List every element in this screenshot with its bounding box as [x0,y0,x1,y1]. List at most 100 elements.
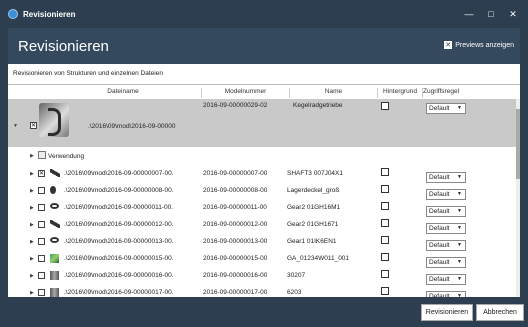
column-header-modelnummer[interactable]: Modelnummer [203,88,288,98]
hintergrund-checkbox[interactable] [381,270,389,278]
zugriffsregel-select[interactable]: Default ▼ [426,223,466,234]
revisionieren-button[interactable]: Revisionieren [421,304,473,321]
row-modelnummer: 2016-09-00000016-00 [203,272,268,279]
row-checkbox[interactable] [38,238,45,245]
column-header-name[interactable]: Name [291,88,376,98]
zugriffsregel-value: Default [429,174,450,181]
row-checkbox[interactable]: ✕ [30,122,37,129]
table-row[interactable]: ▶ .\2016\09\mod\2016-09-00000008-00. 2016-… [8,185,516,202]
chevron-down-icon: ▼ [457,208,462,214]
row-name: Gear2 01GH16M1 [287,204,341,211]
verwendung-label: Verwendung [48,153,85,160]
zugriffsregel-select[interactable]: Default ▼ [426,291,466,297]
close-button[interactable]: ✕ [502,9,524,20]
zugriffsregel-select[interactable]: Default ▼ [426,240,466,251]
divider [8,84,520,85]
zugriffsregel-select[interactable]: Default ▼ [426,274,466,285]
row-modelnummer: 2016-09-00000008-00 [203,187,268,194]
hintergrund-checkbox[interactable] [381,168,389,176]
selected-row[interactable]: ▼ ✕ .\2016\09\mod\2016-09-00000 2016-09-… [8,99,516,147]
expand-arrow-icon[interactable]: ▶ [30,290,34,296]
column-header-zugriffsregel[interactable]: Zugriffsregel [423,88,471,98]
row-checkbox[interactable] [38,272,45,279]
row-name: 6203 [287,289,302,296]
row-checkbox[interactable] [38,289,45,296]
chevron-down-icon: ▼ [457,225,462,231]
row-checkbox[interactable]: ✕ [38,170,45,177]
zugriffsregel-select[interactable]: Default ▼ [426,257,466,268]
verwendung-row[interactable]: ▶ Verwendung [8,150,516,167]
expand-arrow-icon[interactable]: ▶ [30,153,34,159]
hintergrund-checkbox[interactable] [381,102,389,110]
expand-arrow-icon[interactable]: ▶ [30,256,34,262]
abbrechen-button[interactable]: Abbrechen [476,304,524,321]
hintergrund-checkbox[interactable] [381,236,389,244]
assembly-icon [50,254,59,263]
zugriffsregel-select[interactable]: Default ▼ [426,103,466,114]
hintergrund-checkbox[interactable] [381,287,389,295]
expand-arrow-icon[interactable]: ▶ [30,205,34,211]
table-row[interactable]: ▶ ✕ .\2016\09\mod\2016-09-00000007-00. 2016… [8,168,516,185]
vertical-scrollbar[interactable] [516,99,520,297]
bearing-icon [50,271,59,280]
table-row[interactable]: ▶ .\2016\09\mod\2016-09-00000016-00. 2016-… [8,270,516,287]
minimize-button[interactable]: — [458,9,480,19]
row-path: .\2016\09\mod\2016-09-00000017-00. [64,289,174,296]
row-modelnummer: 2016-09-00000007-00 [203,170,268,177]
previews-toggle[interactable]: ✕ Previews anzeigen [444,41,514,49]
row-modelnummer: 2016-09-00000029-02 [203,102,268,109]
row-path: .\2016\09\mod\2016-09-00000 [88,123,176,130]
row-checkbox[interactable] [38,187,45,194]
table-row[interactable]: ▶ .\2016\09\mod\2016-09-00000011-00. 2016-… [8,202,516,219]
expand-arrow-icon[interactable]: ▶ [30,188,34,194]
table-row[interactable]: ▶ .\2016\09\mod\2016-09-00000015-00. 2016-… [8,253,516,270]
table-row[interactable]: ▶ .\2016\09\mod\2016-09-00000012-00. 2016-… [8,219,516,236]
zugriffsregel-select[interactable]: Default ▼ [426,206,466,217]
expand-arrow-icon[interactable]: ▶ [30,273,34,279]
column-divider [289,88,290,98]
table-row[interactable]: ▶ .\2016\09\mod\2016-09-00000013-00. 2016-… [8,236,516,253]
row-modelnummer: 2016-09-00000012-00 [203,221,268,228]
collapse-arrow-icon[interactable]: ▼ [13,123,18,129]
chevron-down-icon: ▼ [457,174,462,180]
gear-icon [50,237,59,243]
hintergrund-checkbox[interactable] [381,219,389,227]
row-path: .\2016\09\mod\2016-09-00000016-00. [64,272,174,279]
zugriffsregel-value: Default [429,105,450,112]
chevron-down-icon: ▼ [457,191,462,197]
maximize-button[interactable]: □ [480,9,502,19]
row-path: .\2016\09\mod\2016-09-00000013-00. [64,238,174,245]
chevron-down-icon: ▼ [457,105,462,111]
hintergrund-checkbox[interactable] [381,185,389,193]
hintergrund-checkbox[interactable] [381,253,389,261]
shaft-icon [50,169,60,177]
previews-checkbox[interactable]: ✕ [444,41,453,49]
zugriffsregel-value: Default [429,259,450,266]
row-modelnummer: 2016-09-00000011-00 [203,204,267,211]
column-header-hintergrund[interactable]: Hintergrund [378,88,422,98]
gear-icon [50,203,59,209]
expand-arrow-icon[interactable]: ▶ [30,239,34,245]
zugriffsregel-select[interactable]: Default ▼ [426,172,466,183]
row-checkbox[interactable] [38,204,45,211]
row-path: .\2016\09\mod\2016-09-00000007-00. [64,170,174,177]
row-checkbox[interactable] [38,255,45,262]
window-title: Revisionieren [23,9,76,19]
zugriffsregel-select[interactable]: Default ▼ [426,189,466,200]
cover-icon [50,186,56,194]
row-name: 30207 [287,272,306,279]
expand-arrow-icon[interactable]: ▶ [30,171,34,177]
column-header-dateiname[interactable]: Dateiname [48,88,198,98]
row-path: .\2016\09\mod\2016-09-00000011-00. [64,204,174,211]
previews-label: Previews anzeigen [455,41,514,49]
hintergrund-checkbox[interactable] [381,202,389,210]
zugriffsregel-value: Default [429,276,450,283]
table-row[interactable]: ▶ .\2016\09\mod\2016-09-00000017-00. 2016-… [8,287,516,297]
row-path: .\2016\09\mod\2016-09-00000015-00. [64,255,174,262]
row-modelnummer: 2016-09-00000013-00 [203,238,268,245]
scrollbar-thumb[interactable] [516,109,520,179]
row-modelnummer: 2016-09-00000017-00 [203,289,268,296]
dialog-header: Revisionieren ✕ Previews anzeigen [8,28,520,64]
expand-arrow-icon[interactable]: ▶ [30,222,34,228]
row-checkbox[interactable] [38,221,45,228]
